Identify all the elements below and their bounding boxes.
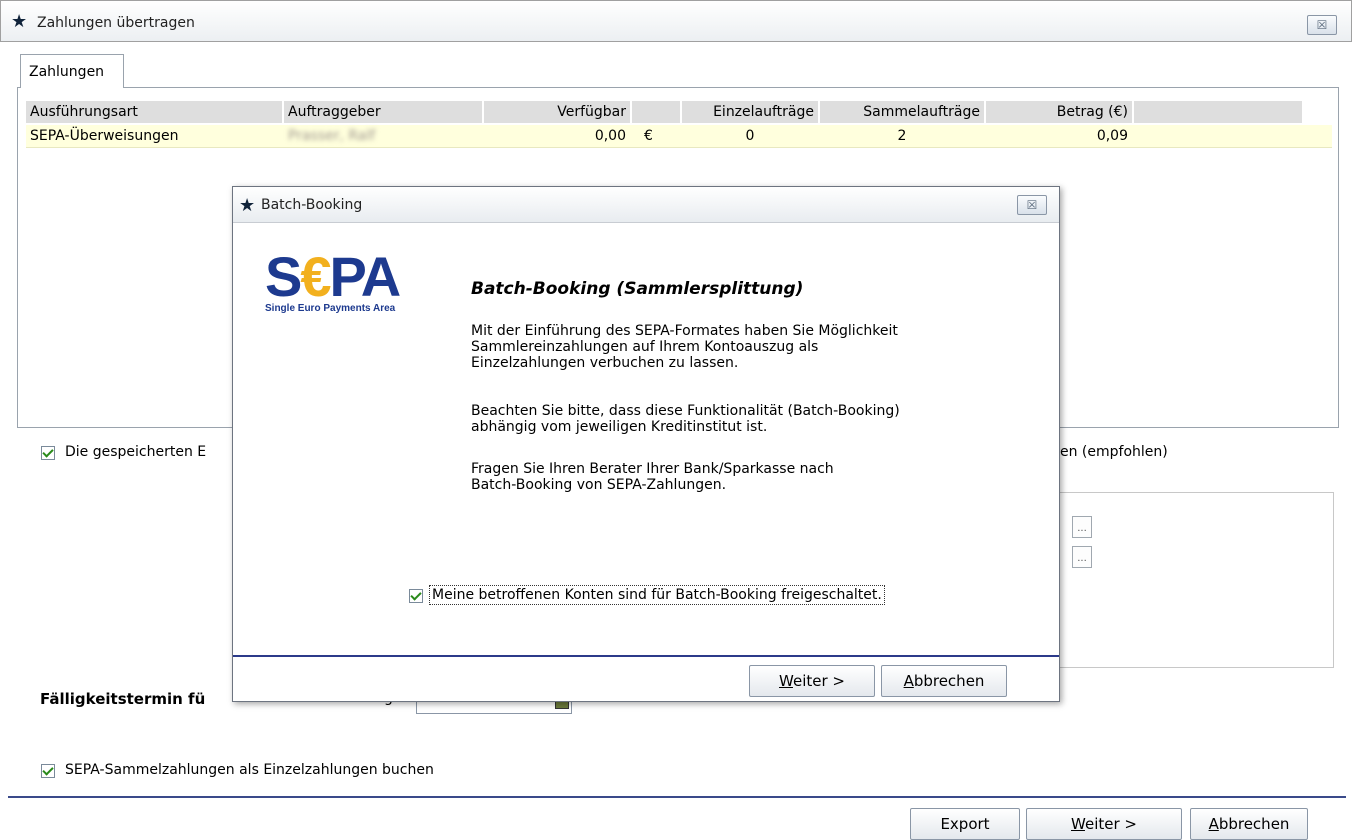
- cell-auftraggeber: Prasser, Ralf: [288, 128, 376, 144]
- window-title: Zahlungen übertragen: [37, 15, 195, 31]
- footer-separator: [8, 796, 1346, 798]
- dialog-title-bar: ★ Batch-Booking ☒: [233, 187, 1059, 223]
- batch-booking-dialog: ★ Batch-Booking ☒ S€PA Single Euro Payme…: [232, 186, 1060, 702]
- cell-verfuegbar: 0,00: [594, 128, 626, 144]
- abbrechen-label: bbrechen: [1218, 815, 1290, 833]
- dialog-separator: [233, 655, 1059, 657]
- col-header-filler: [1134, 101, 1302, 123]
- table-row[interactable]: SEPA-Überweisungen Prasser, Ralf 0,00 € …: [26, 125, 1332, 148]
- col-header-auftraggeber[interactable]: Auftraggeber: [284, 101, 482, 123]
- close-icon: ☒: [1316, 18, 1328, 32]
- abbrechen-button[interactable]: Abbrechen: [1190, 808, 1308, 840]
- dialog-title: Batch-Booking: [261, 197, 363, 213]
- grid-header: Ausführungsart Auftraggeber Verfügbar Ei…: [26, 101, 1302, 123]
- sepa-logo-word: S€PA: [265, 245, 401, 308]
- col-header-einzelauftraege[interactable]: Einzelaufträge: [682, 101, 818, 123]
- dialog-abbrechen-label: bbrechen: [913, 672, 985, 690]
- col-header-ausfuehrungsart[interactable]: Ausführungsart: [26, 101, 282, 123]
- close-icon: ☒: [1026, 198, 1038, 212]
- dialog-weiter-button[interactable]: Weiter >: [749, 665, 875, 697]
- sammelzahlungen-checkbox[interactable]: [41, 764, 55, 778]
- faelligkeit-label: Fälligkeitstermin fü: [40, 690, 206, 708]
- col-header-sammelauftraege[interactable]: Sammelaufträge: [820, 101, 984, 123]
- browse-button-2[interactable]: ...: [1072, 546, 1092, 568]
- sepa-logo: S€PA Single Euro Payments Area: [265, 249, 401, 315]
- col-header-betrag[interactable]: Betrag (€): [986, 101, 1132, 123]
- app-star-icon: ★: [11, 11, 28, 32]
- export-button[interactable]: Export: [910, 808, 1020, 840]
- window-close-button[interactable]: ☒: [1307, 15, 1337, 35]
- dialog-paragraph-3: Fragen Sie Ihren Berater Ihrer Bank/Spar…: [471, 461, 834, 493]
- cell-currency: €: [644, 128, 653, 144]
- dialog-heading: Batch-Booking (Sammlersplittung): [471, 279, 804, 299]
- dialog-weiter-accel: W: [779, 672, 793, 690]
- dialog-close-button[interactable]: ☒: [1017, 195, 1047, 215]
- cell-ausfuehrungsart: SEPA-Überweisungen: [30, 128, 179, 144]
- gespeichert-checkbox[interactable]: [41, 446, 55, 460]
- gespeichert-label: Die gespeicherten E: [65, 444, 207, 460]
- dialog-paragraph-2: Beachten Sie bitte, dass diese Funktiona…: [471, 403, 900, 435]
- app-star-icon: ★: [239, 195, 256, 216]
- col-header-currency[interactable]: [632, 101, 680, 123]
- tab-zahlungen[interactable]: Zahlungen: [20, 54, 124, 88]
- weiter-accel: W: [1071, 815, 1085, 833]
- col-header-verfuegbar[interactable]: Verfügbar: [484, 101, 630, 123]
- abbrechen-accel: A: [1208, 815, 1219, 833]
- dialog-paragraph-1: Mit der Einführung des SEPA-Formates hab…: [471, 323, 898, 371]
- dialog-weiter-label: eiter >: [792, 672, 845, 690]
- dialog-abbrechen-button[interactable]: Abbrechen: [881, 665, 1007, 697]
- weiter-label: eiter >: [1084, 815, 1137, 833]
- cell-betrag: 0,09: [1096, 128, 1128, 144]
- cell-einzelauftraege: 0: [745, 128, 755, 144]
- batch-booking-checkbox-label[interactable]: Meine betroffenen Konten sind für Batch-…: [429, 585, 885, 605]
- browse-button-1[interactable]: ...: [1072, 516, 1092, 538]
- sepa-logo-subtitle: Single Euro Payments Area: [265, 303, 396, 314]
- dialog-abbrechen-accel: A: [903, 672, 914, 690]
- sammelzahlungen-label: SEPA-Sammelzahlungen als Einzelzahlungen…: [65, 762, 434, 778]
- weiter-button[interactable]: Weiter >: [1026, 808, 1182, 840]
- gespeichert-label-tail: en (empfohlen): [1060, 444, 1168, 460]
- window-title-bar: ★ Zahlungen übertragen ☒: [0, 0, 1352, 42]
- cell-sammelauftraege: 2: [897, 128, 907, 144]
- batch-booking-checkbox[interactable]: [409, 589, 423, 603]
- options-group: [1050, 492, 1334, 668]
